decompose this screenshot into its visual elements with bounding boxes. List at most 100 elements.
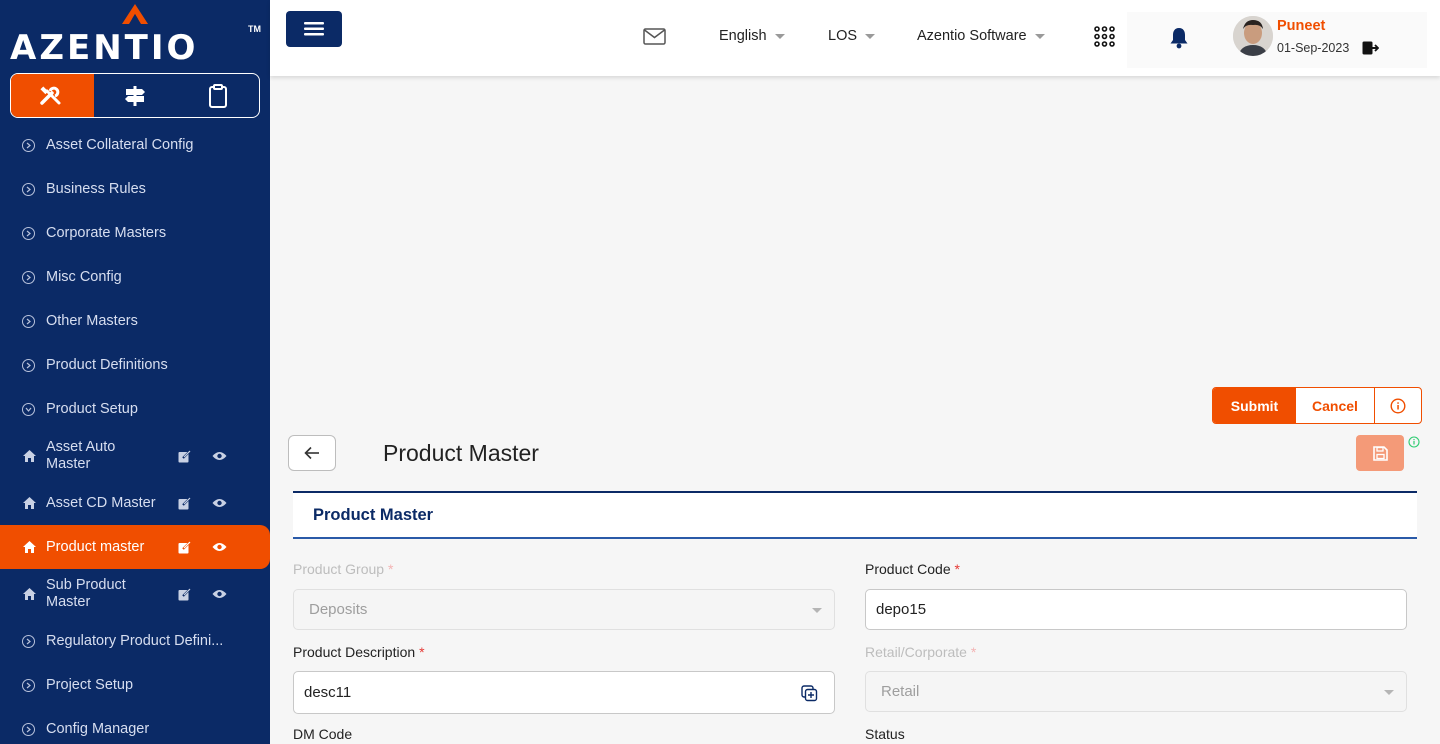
section-title: Product Master bbox=[313, 506, 434, 524]
form-action-group: Submit Cancel bbox=[1212, 387, 1422, 424]
info-button[interactable] bbox=[1375, 388, 1421, 423]
dm-code-label: DM Code bbox=[293, 726, 353, 742]
notification-bell-icon[interactable] bbox=[1169, 26, 1189, 49]
save-icon bbox=[1372, 445, 1388, 461]
product-description-value: desc11 bbox=[304, 684, 352, 701]
view-eye-icon[interactable] bbox=[212, 451, 227, 461]
mode-switch bbox=[10, 73, 260, 118]
retail-corporate-value: Retail bbox=[881, 683, 920, 700]
language-dropdown[interactable]: English bbox=[719, 28, 785, 44]
save-draft-button[interactable] bbox=[1356, 435, 1404, 471]
submit-button[interactable]: Submit bbox=[1213, 388, 1296, 423]
sidebar-item-regulatory-product-definitions[interactable]: Regulatory Product Defini... bbox=[0, 619, 270, 663]
product-code-input[interactable]: depo15 bbox=[865, 589, 1407, 630]
mail-icon[interactable] bbox=[643, 28, 666, 45]
sidebar-item-asset-collateral-config[interactable]: Asset Collateral Config bbox=[0, 123, 270, 167]
view-eye-icon[interactable] bbox=[212, 589, 227, 599]
product-description-input[interactable]: desc11 bbox=[293, 671, 835, 714]
multilingual-add-icon[interactable] bbox=[801, 685, 818, 702]
edit-icon[interactable] bbox=[178, 449, 191, 463]
retail-corporate-label-text: Retail/Corporate bbox=[865, 644, 967, 660]
chevron-right-circle-icon bbox=[22, 314, 35, 328]
logo-mark-icon bbox=[122, 4, 148, 24]
sidebar-item-other-masters[interactable]: Other Masters bbox=[0, 299, 270, 343]
product-description-label: Product Description * bbox=[293, 644, 425, 660]
status-label: Status bbox=[865, 726, 905, 742]
home-icon bbox=[22, 587, 37, 601]
sidebar-item-label: Sub Product Master bbox=[46, 577, 126, 610]
chevron-right-circle-icon bbox=[22, 138, 35, 152]
sidebar-item-misc-config[interactable]: Misc Config bbox=[0, 255, 270, 299]
module-dropdown[interactable]: LOS bbox=[828, 28, 876, 44]
product-group-select[interactable]: Deposits bbox=[293, 589, 835, 630]
page-title: Product Master bbox=[383, 440, 539, 466]
azentio-logo[interactable]: AZENTIO TM bbox=[10, 4, 262, 68]
home-icon bbox=[22, 449, 37, 463]
view-eye-icon[interactable] bbox=[212, 542, 227, 552]
home-icon bbox=[22, 496, 37, 510]
edit-icon[interactable] bbox=[178, 587, 191, 601]
dropdown-caret-icon bbox=[812, 608, 822, 613]
chevron-right-circle-icon bbox=[22, 722, 35, 736]
product-code-label-text: Product Code bbox=[865, 561, 951, 577]
chevron-right-circle-icon bbox=[22, 226, 35, 240]
sidebar-item-label: Product Setup bbox=[46, 400, 138, 417]
sidebar-item-label: Product Definitions bbox=[46, 356, 168, 373]
sidebar-item-corporate-masters[interactable]: Corporate Masters bbox=[0, 211, 270, 255]
save-info-icon[interactable] bbox=[1408, 436, 1420, 448]
sidebar-item-label: Misc Config bbox=[46, 268, 122, 285]
product-group-label-text: Product Group bbox=[293, 561, 385, 577]
hamburger-icon bbox=[304, 22, 324, 36]
login-date: 01-Sep-2023 bbox=[1277, 41, 1350, 55]
sidebar-nav: Asset Collateral Config Business Rules C… bbox=[0, 123, 270, 744]
logo-text: AZENTIO bbox=[10, 28, 199, 68]
caret-down-icon bbox=[865, 33, 876, 39]
language-value: English bbox=[719, 28, 767, 44]
retail-corporate-select[interactable]: Retail bbox=[865, 671, 1407, 712]
sidebar-item-product-master[interactable]: Product master bbox=[0, 525, 270, 569]
signpost-mode-button[interactable] bbox=[94, 74, 177, 117]
menu-toggle-button[interactable] bbox=[286, 11, 342, 47]
product-description-label-text: Product Description bbox=[293, 644, 416, 660]
avatar[interactable] bbox=[1233, 16, 1273, 56]
logout-icon[interactable] bbox=[1362, 41, 1379, 55]
chevron-right-circle-icon bbox=[22, 270, 35, 284]
company-value: Azentio Software bbox=[917, 28, 1027, 44]
chevron-right-circle-icon bbox=[22, 182, 35, 196]
sidebar-item-label: Project Setup bbox=[46, 676, 134, 693]
apps-grid-icon[interactable] bbox=[1094, 26, 1115, 47]
chevron-down-circle-icon bbox=[22, 402, 35, 416]
sidebar-item-product-definitions[interactable]: Product Definitions bbox=[0, 343, 270, 387]
sidebar-item-label: Other Masters bbox=[46, 312, 138, 329]
required-marker: * bbox=[419, 644, 425, 660]
top-bar: English LOS Azentio Software Puneet 01-S… bbox=[270, 0, 1440, 76]
company-dropdown[interactable]: Azentio Software bbox=[917, 28, 1045, 44]
product-group-label: Product Group * bbox=[293, 561, 393, 577]
sidebar-item-label: Asset Auto Master bbox=[46, 439, 116, 472]
section-header-product-master[interactable]: Product Master bbox=[293, 491, 1417, 539]
back-button[interactable] bbox=[288, 435, 336, 471]
sidebar-item-project-setup[interactable]: Project Setup bbox=[0, 663, 270, 707]
sidebar-item-product-setup[interactable]: Product Setup bbox=[0, 387, 270, 431]
sidebar: AZENTIO TM Asset Collateral Config Busin… bbox=[0, 0, 270, 744]
tools-icon bbox=[40, 85, 61, 105]
view-eye-icon[interactable] bbox=[212, 498, 227, 508]
chevron-right-circle-icon bbox=[22, 678, 35, 692]
caret-down-icon bbox=[1034, 33, 1045, 39]
sidebar-item-business-rules[interactable]: Business Rules bbox=[0, 167, 270, 211]
tools-mode-button[interactable] bbox=[11, 74, 94, 117]
edit-icon[interactable] bbox=[178, 496, 191, 510]
sidebar-item-config-manager[interactable]: Config Manager bbox=[0, 707, 270, 744]
clipboard-mode-button[interactable] bbox=[176, 74, 259, 117]
edit-icon[interactable] bbox=[178, 540, 191, 554]
chevron-right-circle-icon bbox=[22, 358, 35, 372]
sidebar-item-label: Asset Collateral Config bbox=[46, 136, 194, 153]
logo-trademark: TM bbox=[248, 24, 261, 34]
sidebar-item-asset-auto-master[interactable]: Asset Auto Master bbox=[0, 431, 270, 481]
required-marker: * bbox=[387, 561, 394, 577]
cancel-button[interactable]: Cancel bbox=[1296, 388, 1375, 423]
sidebar-item-sub-product-master[interactable]: Sub Product Master bbox=[0, 569, 270, 619]
sidebar-item-asset-cd-master[interactable]: Asset CD Master bbox=[0, 481, 270, 525]
arrow-left-icon bbox=[304, 446, 319, 460]
sidebar-item-label: Asset CD Master bbox=[46, 494, 156, 511]
